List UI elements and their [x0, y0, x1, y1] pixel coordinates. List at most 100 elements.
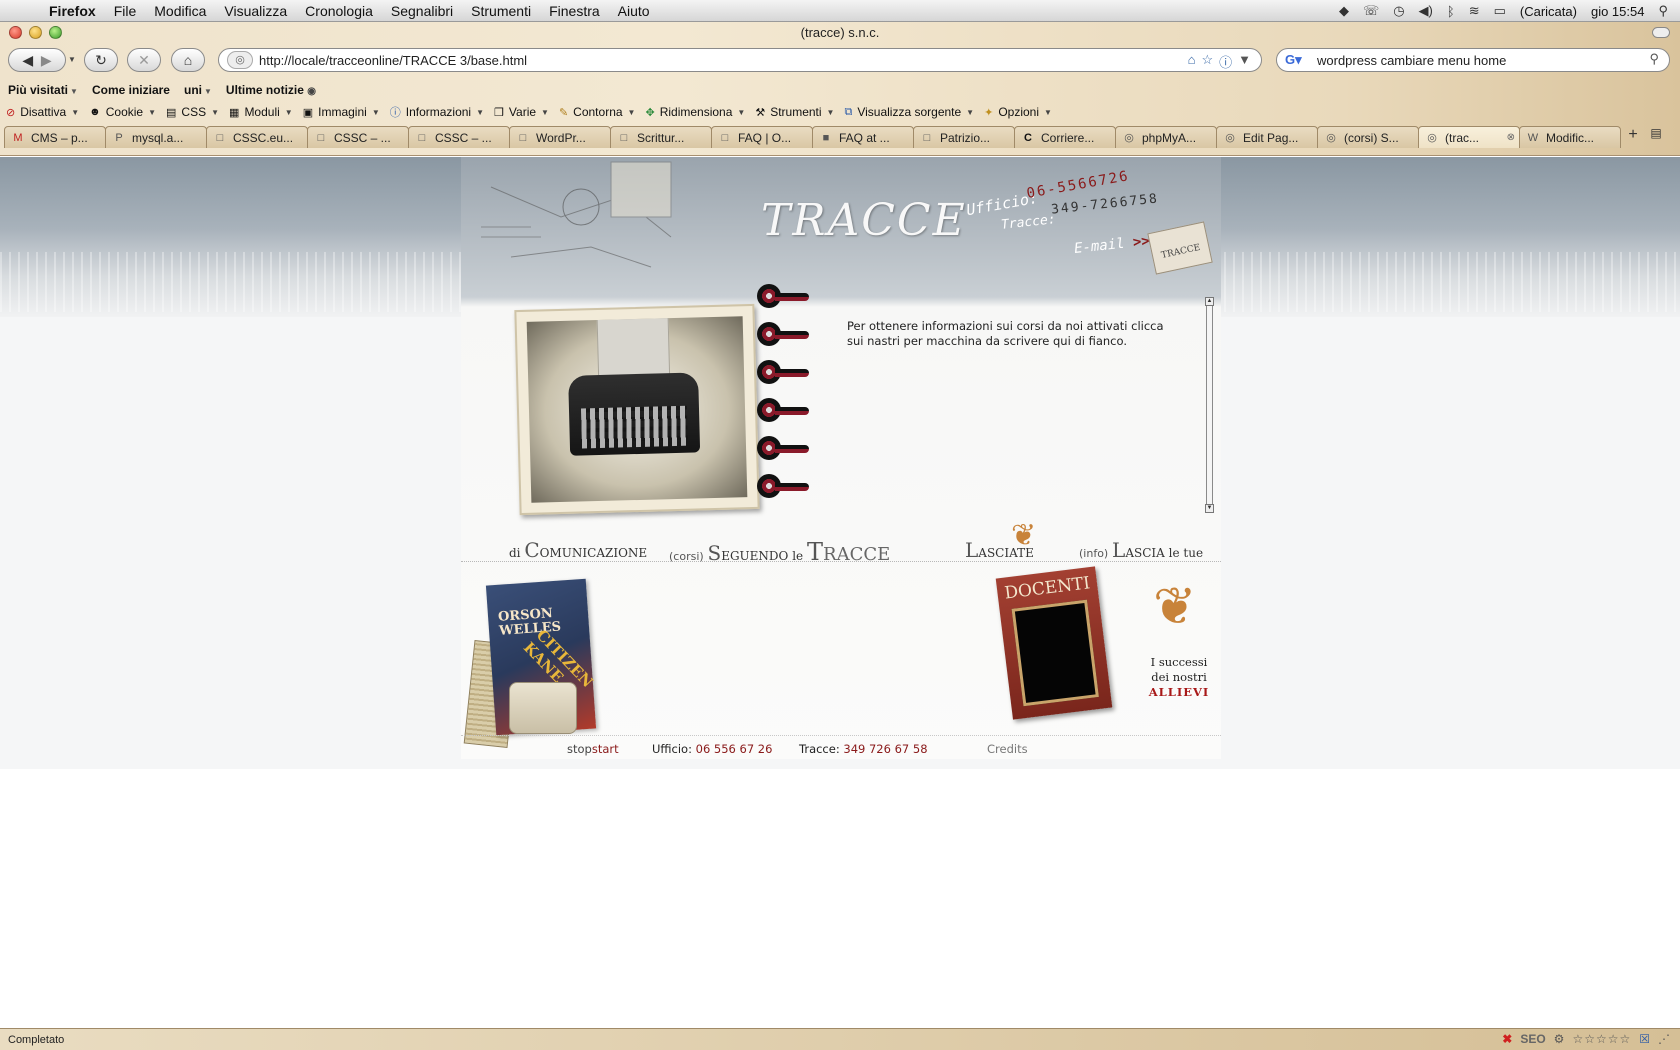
devbar-visualizza-sorgente[interactable]: ⧉ Visualizza sorgente ▼ [844, 105, 974, 119]
menu-finestra[interactable]: Finestra [540, 3, 609, 19]
menu-modifica[interactable]: Modifica [145, 3, 215, 19]
menu-file[interactable]: File [105, 3, 146, 19]
tab-tracce-active[interactable]: ◎ (trac... ⊗ [1418, 126, 1520, 148]
menu-app-firefox[interactable]: Firefox [40, 3, 105, 19]
tab-cssc-2[interactable]: □ CSSC – ... [408, 126, 510, 148]
ribbon-link-4[interactable] [753, 396, 809, 424]
spotlight-icon[interactable]: ⚲ [1658, 3, 1668, 19]
tab-wordpress[interactable]: □ WordPr... [509, 126, 611, 148]
radio-player[interactable] [509, 682, 577, 734]
menubar-clock[interactable]: gio 15:54 [1591, 4, 1645, 19]
search-input[interactable]: wordpress cambiare menu home [1317, 53, 1506, 68]
url-dropdown-icon[interactable]: ▼ [1238, 52, 1251, 71]
close-tab-icon[interactable]: ⊗ [1507, 132, 1515, 143]
time-machine-icon[interactable]: ◷ [1393, 3, 1404, 19]
home-page-icon[interactable]: ⌂ [1188, 52, 1196, 71]
email-link[interactable]: E-mail >> [1073, 233, 1150, 257]
devbar-strumenti[interactable]: ⚒ Strumenti ▼ [755, 105, 834, 119]
home-button[interactable]: ⌂ [171, 48, 205, 72]
devbar-informazioni[interactable]: ⓘ Informazioni ▼ [390, 104, 484, 120]
google-engine-icon[interactable]: G▾ [1285, 52, 1302, 68]
tab-edit-page[interactable]: ◎ Edit Pag... [1216, 126, 1318, 148]
credits-link[interactable]: Credits [987, 742, 1028, 756]
scroll-up-button[interactable]: ▲ [1205, 297, 1214, 306]
devbar-moduli[interactable]: ▦ Moduli ▼ [229, 105, 293, 119]
url-text[interactable]: http://locale/tracceonline/TRACCE 3/base… [259, 53, 527, 68]
volume-icon[interactable]: ◀) [1419, 3, 1433, 19]
tab-modifica[interactable]: W Modific... [1519, 126, 1621, 148]
dropbox-icon[interactable]: ◆ [1339, 3, 1349, 19]
error-icon[interactable]: ✖ [1502, 1032, 1512, 1046]
tab-scrittura[interactable]: □ Scrittur... [610, 126, 712, 148]
forward-arrow-icon[interactable]: ▶ [41, 52, 52, 69]
ribbon-link-3[interactable] [753, 358, 809, 386]
back-forward-buttons[interactable]: ◀ ▶ [8, 48, 66, 72]
devbar-varie[interactable]: ❒ Varie ▼ [494, 105, 549, 119]
addon-x-icon[interactable]: ☒ [1639, 1032, 1650, 1046]
ribbon-link-5[interactable] [753, 434, 809, 462]
menu-segnalibri[interactable]: Segnalibri [382, 3, 462, 19]
site-logo[interactable]: TRACCE [761, 195, 967, 246]
close-window-button[interactable] [9, 26, 22, 39]
envelope-icon[interactable]: TRACCE [1147, 221, 1213, 275]
back-arrow-icon[interactable]: ◀ [22, 52, 33, 69]
devbar-ridimensiona[interactable]: ✥ Ridimensiona ▼ [645, 105, 745, 119]
phone-icon[interactable]: ☏ [1363, 3, 1379, 19]
nav-comunicazione[interactable]: di COMUNICAZIONE [509, 538, 647, 562]
minimize-window-button[interactable] [29, 26, 42, 39]
bluetooth-icon[interactable]: ᛒ [1447, 4, 1455, 19]
ribbon-link-2[interactable] [753, 320, 809, 348]
bookmark-come-iniziare[interactable]: Come iniziare [92, 83, 170, 97]
bookmark-uni[interactable]: uni ▼ [184, 83, 212, 97]
battery-icon[interactable]: ▭ [1494, 3, 1506, 19]
devbar-opzioni[interactable]: ✦ Opzioni ▼ [984, 105, 1052, 119]
scroll-down-button[interactable]: ▼ [1205, 504, 1214, 513]
tab-corriere[interactable]: C Corriere... [1014, 126, 1116, 148]
devbar-immagini[interactable]: ▣ Immagini ▼ [303, 105, 380, 119]
stop-button[interactable]: ✕ [127, 48, 161, 72]
tab-mysql[interactable]: Pmysql.a... [105, 126, 207, 148]
devbar-contorna[interactable]: ✎ Contorna ▼ [559, 105, 636, 119]
wifi-icon[interactable]: ≋ [1469, 3, 1480, 19]
tab-faq-at[interactable]: ■ FAQ at ... [812, 126, 914, 148]
menu-strumenti[interactable]: Strumenti [462, 3, 540, 19]
menu-aiuto[interactable]: Aiuto [609, 3, 659, 19]
tab-list-icon[interactable]: ▤ [1646, 126, 1666, 148]
tab-patrizio[interactable]: □ Patrizio... [913, 126, 1015, 148]
ribbon-link-6[interactable] [753, 472, 809, 500]
audio-stop-button[interactable]: stop [567, 742, 592, 756]
zoom-window-button[interactable] [49, 26, 62, 39]
toolbar-toggle-button[interactable] [1652, 27, 1670, 38]
resize-grip-icon[interactable]: ⋰ [1658, 1032, 1670, 1046]
content-scrollbar[interactable]: ▲ ▼ [1205, 297, 1214, 513]
bookmark-piu-visitati[interactable]: Più visitati ▼ [8, 83, 78, 97]
allievi-link[interactable]: I successi dei nostri ALLIEVI [1147, 655, 1211, 700]
tab-cssc-1[interactable]: □ CSSC – ... [307, 126, 409, 148]
devbar-disattiva[interactable]: ⊘ Disattiva ▼ [6, 105, 79, 119]
bookmark-star-icon[interactable]: ☆ [1201, 52, 1213, 71]
settings-gear-icon[interactable]: ⚙ [1554, 1032, 1565, 1046]
rating-stars-icon[interactable]: ☆☆☆☆☆ [1572, 1032, 1631, 1046]
search-bar[interactable]: G▾ wordpress cambiare menu home ⚲ [1276, 48, 1670, 72]
tab-cssc-eu[interactable]: □ CSSC.eu... [206, 126, 308, 148]
devbar-cookie[interactable]: ☻ Cookie ▼ [89, 105, 156, 119]
search-icon[interactable]: ⚲ [1649, 51, 1659, 67]
menu-cronologia[interactable]: Cronologia [296, 3, 382, 19]
docenti-link[interactable]: DOCENTI [995, 566, 1113, 720]
tab-phpmyadmin[interactable]: ◎ phpMyA... [1115, 126, 1217, 148]
battery-status[interactable]: (Caricata) [1520, 4, 1577, 19]
reload-button[interactable]: ↻ [84, 48, 118, 72]
seo-addon[interactable]: SEO [1520, 1032, 1545, 1046]
nav-lascia-le-tue[interactable]: (info) LASCIA le tue [1079, 538, 1203, 562]
tab-corsi[interactable]: ◎ (corsi) S... [1317, 126, 1419, 148]
audio-start-button[interactable]: start [592, 742, 619, 756]
nav-seguendo-le-tracce[interactable]: (corsi) SEGUENDO le TRACCE [669, 538, 890, 566]
site-identity-icon[interactable]: ◎ [227, 51, 253, 69]
page-info-icon[interactable]: ⓘ [1219, 52, 1232, 71]
url-bar[interactable]: ◎ http://locale/tracceonline/TRACCE 3/ba… [218, 48, 1262, 72]
bookmark-ultime-notizie[interactable]: Ultime notizie ◉ [226, 83, 316, 97]
menu-visualizza[interactable]: Visualizza [215, 3, 296, 19]
history-dropdown-icon[interactable]: ▼ [68, 55, 76, 64]
ribbon-link-1[interactable] [753, 282, 809, 310]
devbar-css[interactable]: ▤ CSS ▼ [166, 105, 219, 119]
